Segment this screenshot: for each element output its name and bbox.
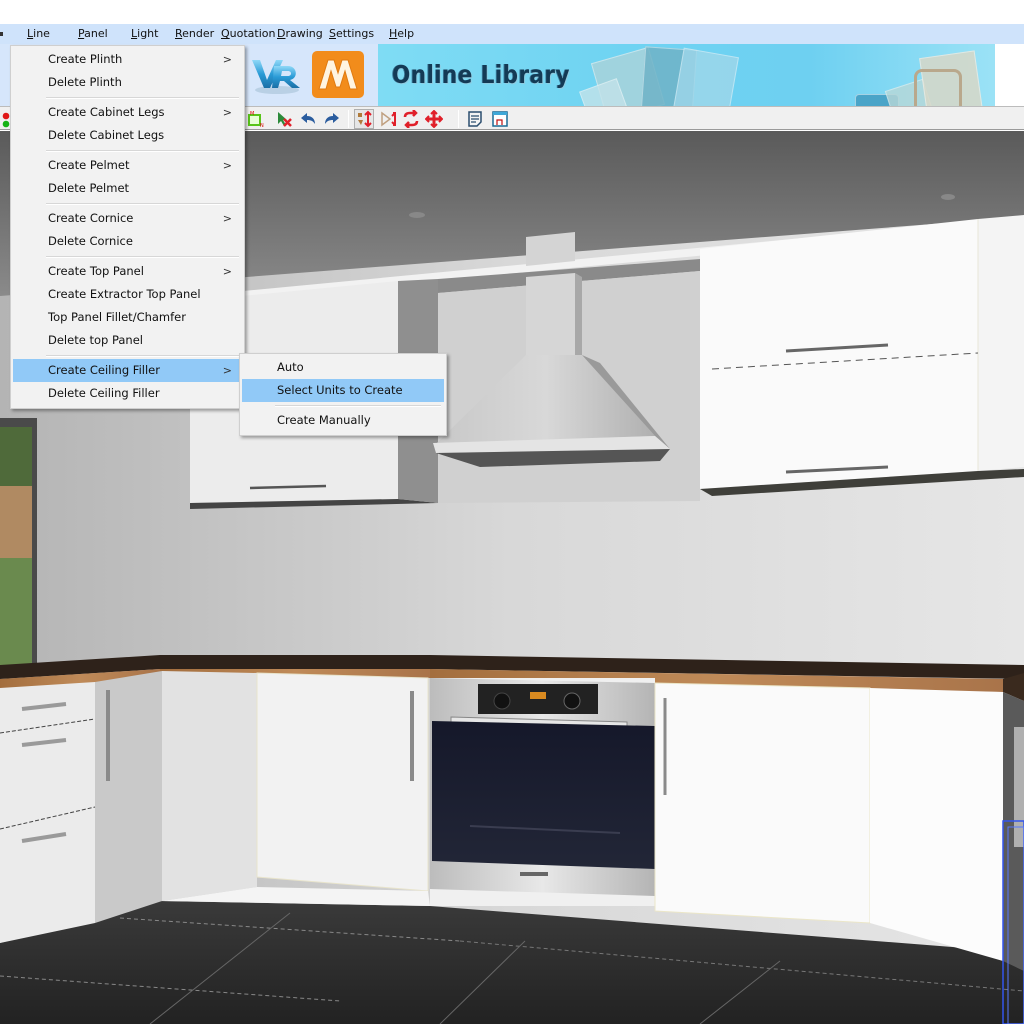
menu-overflow-marker [0, 32, 3, 36]
menu-item-delete-ceiling-filler[interactable]: Delete Ceiling Filler [13, 382, 242, 405]
delete-selection-icon[interactable] [275, 110, 293, 128]
dimension-box-icon[interactable]: MN [247, 110, 265, 129]
submenu-item-select-units-to-create[interactable]: Select Units to Create [242, 379, 444, 402]
menu-drawing[interactable]: Drawing [277, 27, 323, 40]
accessories-dropdown-menu: Create Plinth > Delete Plinth Create Cabi… [10, 45, 245, 409]
redo-icon[interactable] [323, 110, 341, 128]
menu-item-create-extractor-top-panel[interactable]: Create Extractor Top Panel [13, 283, 242, 306]
hood-chimney [526, 273, 575, 361]
menu-bar: Line Panel Light Render Quotation Drawin… [0, 24, 1024, 44]
menu-light[interactable]: Light [131, 27, 158, 40]
submenu-item-create-manually[interactable]: Create Manually [242, 409, 444, 432]
hood-chimney-side [575, 273, 582, 363]
menu-item-create-cabinet-legs[interactable]: Create Cabinet Legs > [13, 101, 242, 124]
menu-render[interactable]: Render [175, 27, 214, 40]
app-window: Line Panel Light Render Quotation Drawin… [0, 0, 1024, 1024]
submenu-arrow-icon: > [222, 159, 232, 172]
menu-item-delete-cornice[interactable]: Delete Cornice [13, 230, 242, 253]
undo-icon[interactable] [299, 110, 317, 128]
mirror-icon[interactable] [380, 110, 398, 128]
submenu-arrow-icon: > [222, 364, 232, 377]
svg-text:M: M [250, 111, 254, 117]
online-library-banner[interactable]: Online Library [378, 44, 995, 106]
base-cabinet-door [256, 672, 429, 892]
vr-logo[interactable] [250, 52, 304, 96]
toolbar-separator [458, 110, 459, 128]
submenu-arrow-icon: > [222, 53, 232, 66]
move-icon[interactable] [424, 109, 444, 129]
toolbar-separator [348, 110, 349, 128]
ceiling-filler-submenu: Auto Select Units to Create Create Manua… [239, 353, 447, 436]
title-area [0, 0, 1024, 24]
base-drawer-unit-side [95, 671, 162, 923]
m-logo[interactable] [312, 51, 364, 98]
hood-chimney-upper [526, 232, 575, 266]
menu-line[interactable]: Line [27, 27, 50, 40]
oven-knob [563, 692, 581, 710]
align-units-icon[interactable] [354, 109, 374, 129]
submenu-arrow-icon: > [222, 265, 232, 278]
menu-item-create-ceiling-filler[interactable]: Create Ceiling Filler > [13, 359, 242, 382]
menu-item-delete-cabinet-legs[interactable]: Delete Cabinet Legs [13, 124, 242, 147]
submenu-item-auto[interactable]: Auto [242, 356, 444, 379]
menu-separator [13, 94, 242, 101]
wall-cabinet-far-right [978, 215, 1024, 471]
status-indicator [2, 112, 10, 130]
base-cabinet-door-right [654, 682, 871, 924]
svg-text:N: N [260, 123, 264, 128]
swap-icon[interactable] [402, 109, 420, 129]
oven-brand-badge [520, 872, 548, 876]
menu-item-create-plinth[interactable]: Create Plinth > [13, 48, 242, 71]
banner-tap [914, 69, 962, 106]
online-library-title: Online Library [392, 60, 570, 89]
menu-item-create-pelmet[interactable]: Create Pelmet > [13, 154, 242, 177]
menu-separator [13, 147, 242, 154]
ceiling-light [409, 212, 425, 218]
menu-settings[interactable]: Settings [329, 27, 374, 40]
menu-item-delete-top-panel[interactable]: Delete top Panel [13, 329, 242, 352]
menu-item-top-panel-fillet-chamfer[interactable]: Top Panel Fillet/Chamfer [13, 306, 242, 329]
menu-help[interactable]: Help [389, 27, 414, 40]
oven-window [432, 721, 655, 869]
ceiling-light [941, 194, 955, 200]
base-end-panel [870, 688, 1003, 961]
banner-tile [673, 47, 739, 106]
submenu-arrow-icon: > [222, 106, 232, 119]
oven-selector [493, 692, 511, 710]
base-corner-panel [162, 671, 257, 901]
banner-blank [995, 44, 1024, 106]
drawing-view-icon[interactable] [491, 110, 509, 128]
menu-item-create-cornice[interactable]: Create Cornice > [13, 207, 242, 230]
window-lawn [0, 558, 32, 668]
window-fence [0, 486, 32, 558]
menu-separator [242, 402, 444, 409]
oven-display [530, 692, 546, 699]
menu-separator [13, 200, 242, 207]
menu-item-delete-plinth[interactable]: Delete Plinth [13, 71, 242, 94]
notes-icon[interactable] [466, 110, 484, 128]
menu-quotation[interactable]: Quotation [221, 27, 276, 40]
menu-panel[interactable]: Panel [78, 27, 108, 40]
end-panel-handle [1014, 727, 1024, 847]
menu-item-create-top-panel[interactable]: Create Top Panel > [13, 260, 242, 283]
submenu-arrow-icon: > [222, 212, 232, 225]
wall-cabinet-right [700, 219, 978, 489]
menu-item-delete-pelmet[interactable]: Delete Pelmet [13, 177, 242, 200]
menu-separator [13, 352, 242, 359]
menu-separator [13, 253, 242, 260]
